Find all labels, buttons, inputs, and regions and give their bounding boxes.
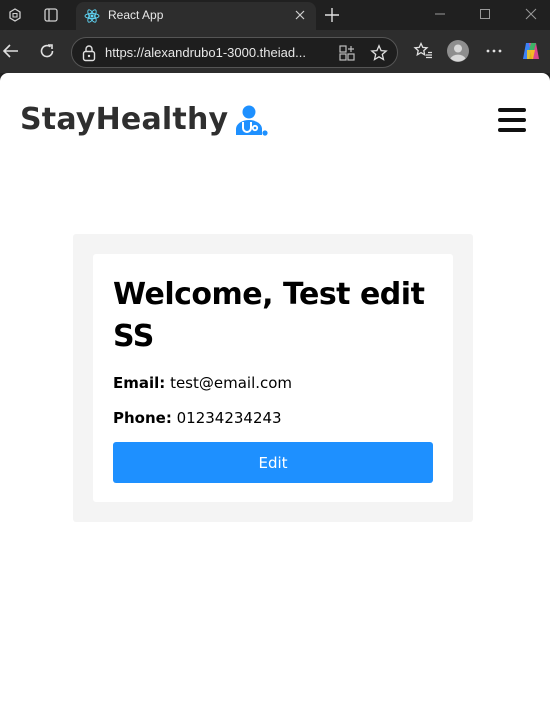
edit-button[interactable]: Edit	[113, 442, 433, 483]
lock-icon[interactable]	[81, 44, 97, 62]
maximize-icon[interactable]	[474, 4, 496, 24]
url-text: https://alexandrubo1-3000.theiad...	[105, 45, 330, 60]
close-window-icon[interactable]	[520, 4, 542, 24]
address-bar[interactable]: https://alexandrubo1-3000.theiad...	[71, 37, 398, 68]
react-icon	[84, 8, 100, 24]
favorite-star-icon[interactable]	[370, 44, 388, 62]
brand-name: StayHealthy	[20, 101, 229, 137]
email-value: test@email.com	[170, 374, 293, 392]
browser-tab-strip: React App	[0, 0, 550, 30]
profile-container: Welcome, Test edit SS Email: test@email.…	[73, 234, 473, 522]
brand-logo[interactable]: StayHealthy	[20, 101, 268, 137]
copilot-icon[interactable]	[520, 40, 542, 62]
tab-title: React App	[108, 8, 164, 22]
phone-value: 01234234243	[176, 409, 282, 427]
refresh-icon[interactable]	[36, 40, 58, 62]
email-label: Email:	[113, 374, 166, 392]
doctor-icon	[234, 105, 268, 137]
phone-row: Phone: 01234234243	[113, 409, 282, 427]
browser-tab[interactable]: React App	[76, 2, 316, 30]
email-row: Email: test@email.com	[113, 374, 292, 392]
close-tab-icon[interactable]	[292, 7, 308, 23]
hamburger-menu-icon[interactable]	[498, 108, 526, 132]
favorites-icon[interactable]	[412, 40, 434, 62]
profile-avatar-icon[interactable]	[447, 40, 469, 62]
url-scheme: https://	[105, 45, 145, 60]
tab-actions-icon[interactable]	[41, 5, 61, 25]
browser-toolbar: https://alexandrubo1-3000.theiad...	[0, 30, 550, 73]
phone-label: Phone:	[113, 409, 172, 427]
more-options-icon[interactable]	[483, 40, 505, 62]
back-icon[interactable]	[0, 40, 22, 62]
new-tab-icon[interactable]	[322, 5, 342, 25]
page-viewport: StayHealthy Welcome, Test edit SS Email:…	[0, 73, 550, 717]
profile-card: Welcome, Test edit SS Email: test@email.…	[93, 254, 453, 502]
url-host: alexandrubo1-3000.theiad...	[144, 45, 306, 60]
workspaces-icon[interactable]	[5, 5, 25, 25]
welcome-heading: Welcome, Test edit SS	[113, 277, 425, 354]
app-available-icon[interactable]	[338, 44, 356, 62]
minimize-icon[interactable]	[429, 4, 451, 24]
